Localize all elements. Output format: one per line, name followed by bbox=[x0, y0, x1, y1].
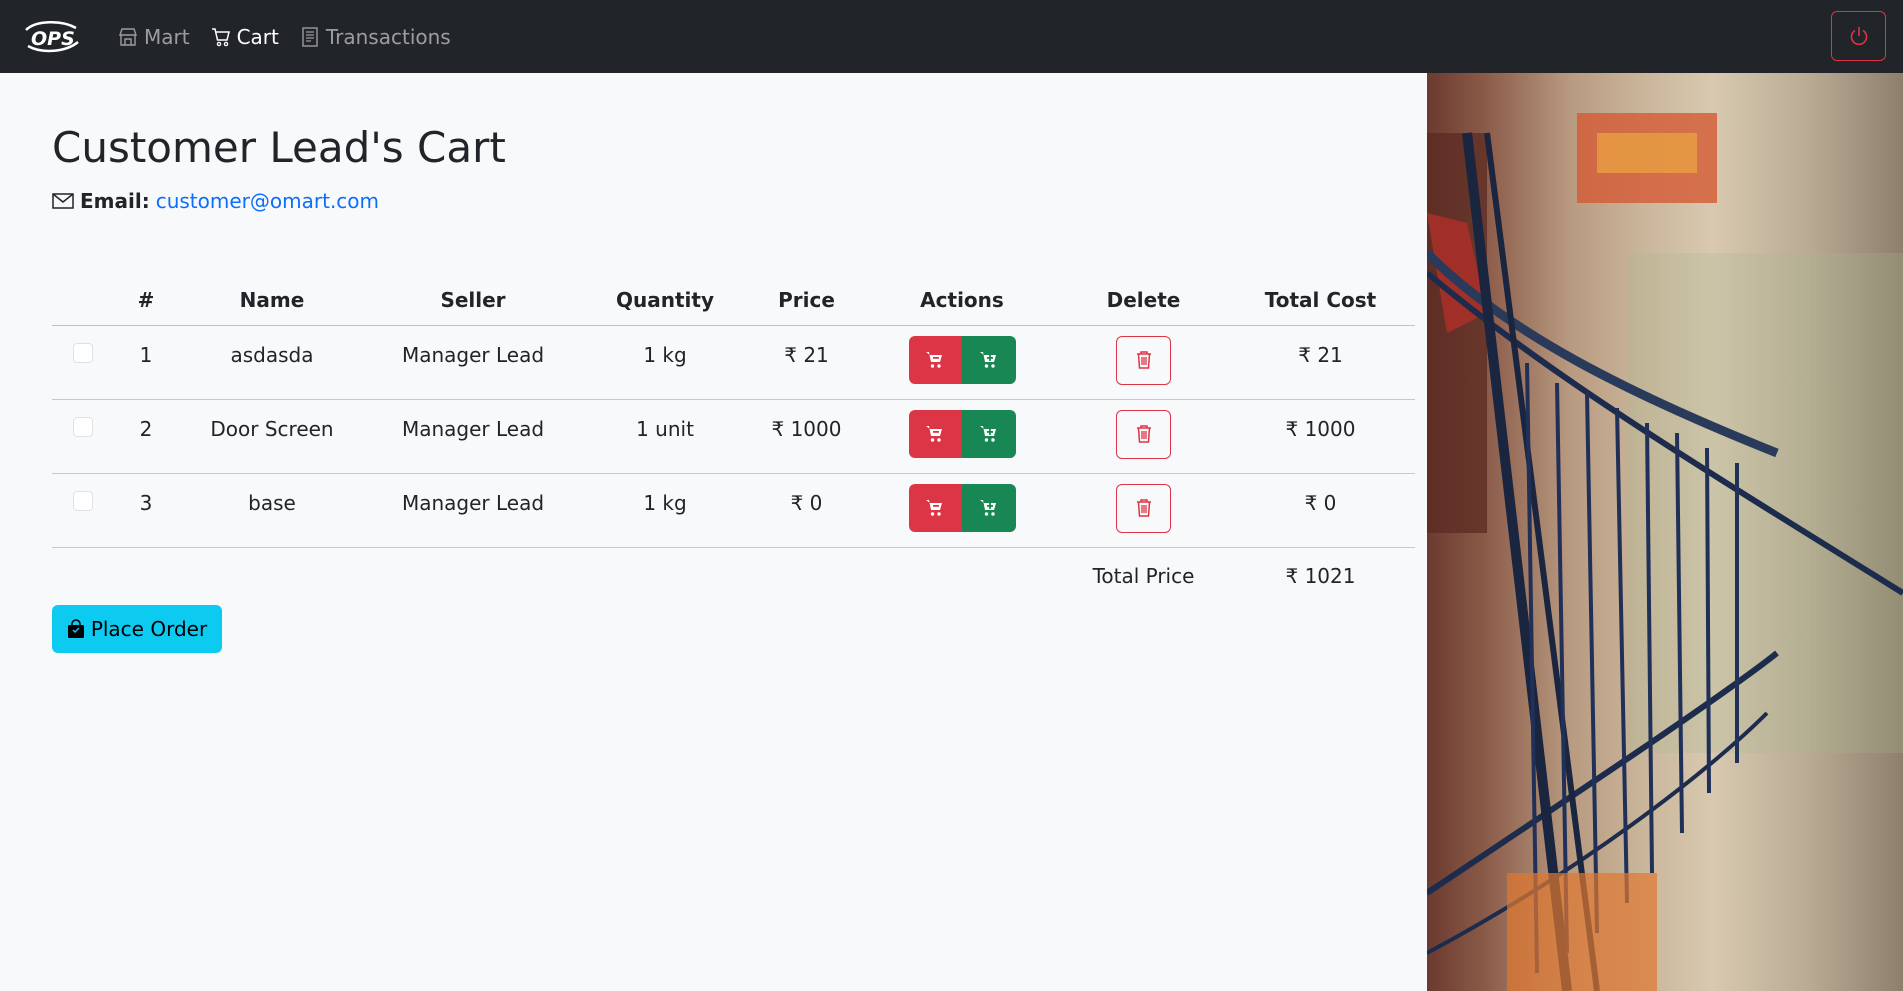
decrease-quantity-button[interactable] bbox=[908, 484, 962, 532]
row-total-cost: ₹ 21 bbox=[1226, 325, 1415, 400]
nav-link-mart[interactable]: Mart bbox=[117, 25, 190, 49]
row-price: ₹ 1000 bbox=[750, 399, 863, 474]
decrease-quantity-button[interactable] bbox=[908, 336, 962, 384]
nav-link-transactions[interactable]: Transactions bbox=[299, 25, 451, 49]
decrease-quantity-button[interactable] bbox=[908, 410, 962, 458]
navbar: OPS Mart Cart Transactions bbox=[0, 0, 1903, 73]
quantity-actions bbox=[908, 484, 1016, 532]
row-index: 3 bbox=[114, 473, 178, 548]
table-row: 2 Door Screen Manager Lead 1 unit ₹ 1000 bbox=[52, 399, 1415, 474]
shop-icon bbox=[119, 27, 137, 46]
logout-button[interactable] bbox=[1831, 11, 1886, 61]
cart-table: # Name Seller Quantity Price Actions Del… bbox=[52, 275, 1415, 597]
row-total-cost: ₹ 1000 bbox=[1226, 399, 1415, 474]
svg-text:OPS: OPS bbox=[31, 28, 75, 50]
row-select-checkbox[interactable] bbox=[73, 416, 93, 437]
table-row: 1 asdasda Manager Lead 1 kg ₹ 21 ₹ 21 bbox=[52, 325, 1415, 400]
column-header-actions: Actions bbox=[863, 275, 1061, 326]
row-price: ₹ 21 bbox=[750, 325, 863, 400]
email-label: Email: bbox=[80, 189, 150, 213]
cart-plus-icon bbox=[979, 426, 996, 442]
column-header-select bbox=[52, 275, 114, 326]
column-header-index: # bbox=[114, 275, 178, 326]
increase-quantity-button[interactable] bbox=[961, 484, 1016, 532]
row-name: base bbox=[178, 473, 366, 548]
row-index: 2 bbox=[114, 399, 178, 474]
row-total-cost: ₹ 0 bbox=[1226, 473, 1415, 548]
row-index: 1 bbox=[114, 325, 178, 400]
place-order-label: Place Order bbox=[90, 617, 208, 641]
customer-email: Email: customer@omart.com bbox=[52, 189, 379, 213]
cart-dash-icon bbox=[926, 426, 942, 442]
row-price: ₹ 0 bbox=[750, 473, 863, 548]
nav-link-label: Cart bbox=[236, 24, 279, 49]
total-row: Total Price ₹ 1021 bbox=[52, 547, 1415, 597]
cart-dash-icon bbox=[926, 352, 942, 368]
total-price-value: ₹ 1021 bbox=[1285, 564, 1356, 589]
delete-item-button[interactable] bbox=[1116, 409, 1171, 459]
email-link[interactable]: customer@omart.com bbox=[156, 189, 379, 213]
column-header-delete: Delete bbox=[1061, 275, 1226, 326]
hero-image bbox=[1427, 73, 1903, 991]
trash-icon bbox=[1136, 499, 1151, 517]
row-quantity: 1 kg bbox=[580, 325, 750, 400]
row-seller: Manager Lead bbox=[366, 325, 580, 400]
row-seller: Manager Lead bbox=[366, 473, 580, 548]
cart-plus-icon bbox=[979, 352, 996, 368]
row-select-checkbox[interactable] bbox=[73, 490, 93, 511]
increase-quantity-button[interactable] bbox=[961, 410, 1016, 458]
column-header-quantity: Quantity bbox=[580, 275, 750, 326]
column-header-seller: Seller bbox=[366, 275, 580, 326]
column-header-price: Price bbox=[750, 275, 863, 326]
table-header-row: # Name Seller Quantity Price Actions Del… bbox=[52, 275, 1415, 326]
nav-link-label: Transactions bbox=[325, 24, 451, 49]
quantity-actions bbox=[908, 336, 1016, 384]
receipt-icon bbox=[302, 26, 318, 47]
delete-item-button[interactable] bbox=[1116, 335, 1171, 385]
cart-dash-icon bbox=[926, 500, 942, 516]
cart-plus-icon bbox=[979, 500, 996, 516]
place-order-button[interactable]: Place Order bbox=[52, 605, 222, 653]
nav-link-label: Mart bbox=[144, 24, 190, 49]
row-quantity: 1 unit bbox=[580, 399, 750, 474]
column-header-name: Name bbox=[178, 275, 366, 326]
total-price-label: Total Price bbox=[1092, 564, 1195, 589]
envelope-icon bbox=[52, 193, 74, 209]
quantity-actions bbox=[908, 410, 1016, 458]
nav-links: Mart Cart Transactions bbox=[117, 0, 451, 73]
delete-item-button[interactable] bbox=[1116, 483, 1171, 533]
row-quantity: 1 kg bbox=[580, 473, 750, 548]
row-name: Door Screen bbox=[178, 399, 366, 474]
table-row: 3 base Manager Lead 1 kg ₹ 0 ₹ 0 bbox=[52, 473, 1415, 548]
bag-icon bbox=[67, 619, 84, 638]
trash-icon bbox=[1136, 425, 1151, 443]
power-icon bbox=[1850, 27, 1867, 46]
nav-link-cart[interactable]: Cart bbox=[210, 25, 279, 49]
brand-logo[interactable]: OPS bbox=[22, 16, 80, 56]
increase-quantity-button[interactable] bbox=[961, 336, 1016, 384]
page-title: Customer Lead's Cart bbox=[52, 123, 506, 172]
cart-icon bbox=[211, 27, 230, 46]
row-name: asdasda bbox=[178, 325, 366, 400]
column-header-total-cost: Total Cost bbox=[1226, 275, 1415, 326]
trash-icon bbox=[1136, 351, 1151, 369]
row-seller: Manager Lead bbox=[366, 399, 580, 474]
row-select-checkbox[interactable] bbox=[73, 342, 93, 363]
